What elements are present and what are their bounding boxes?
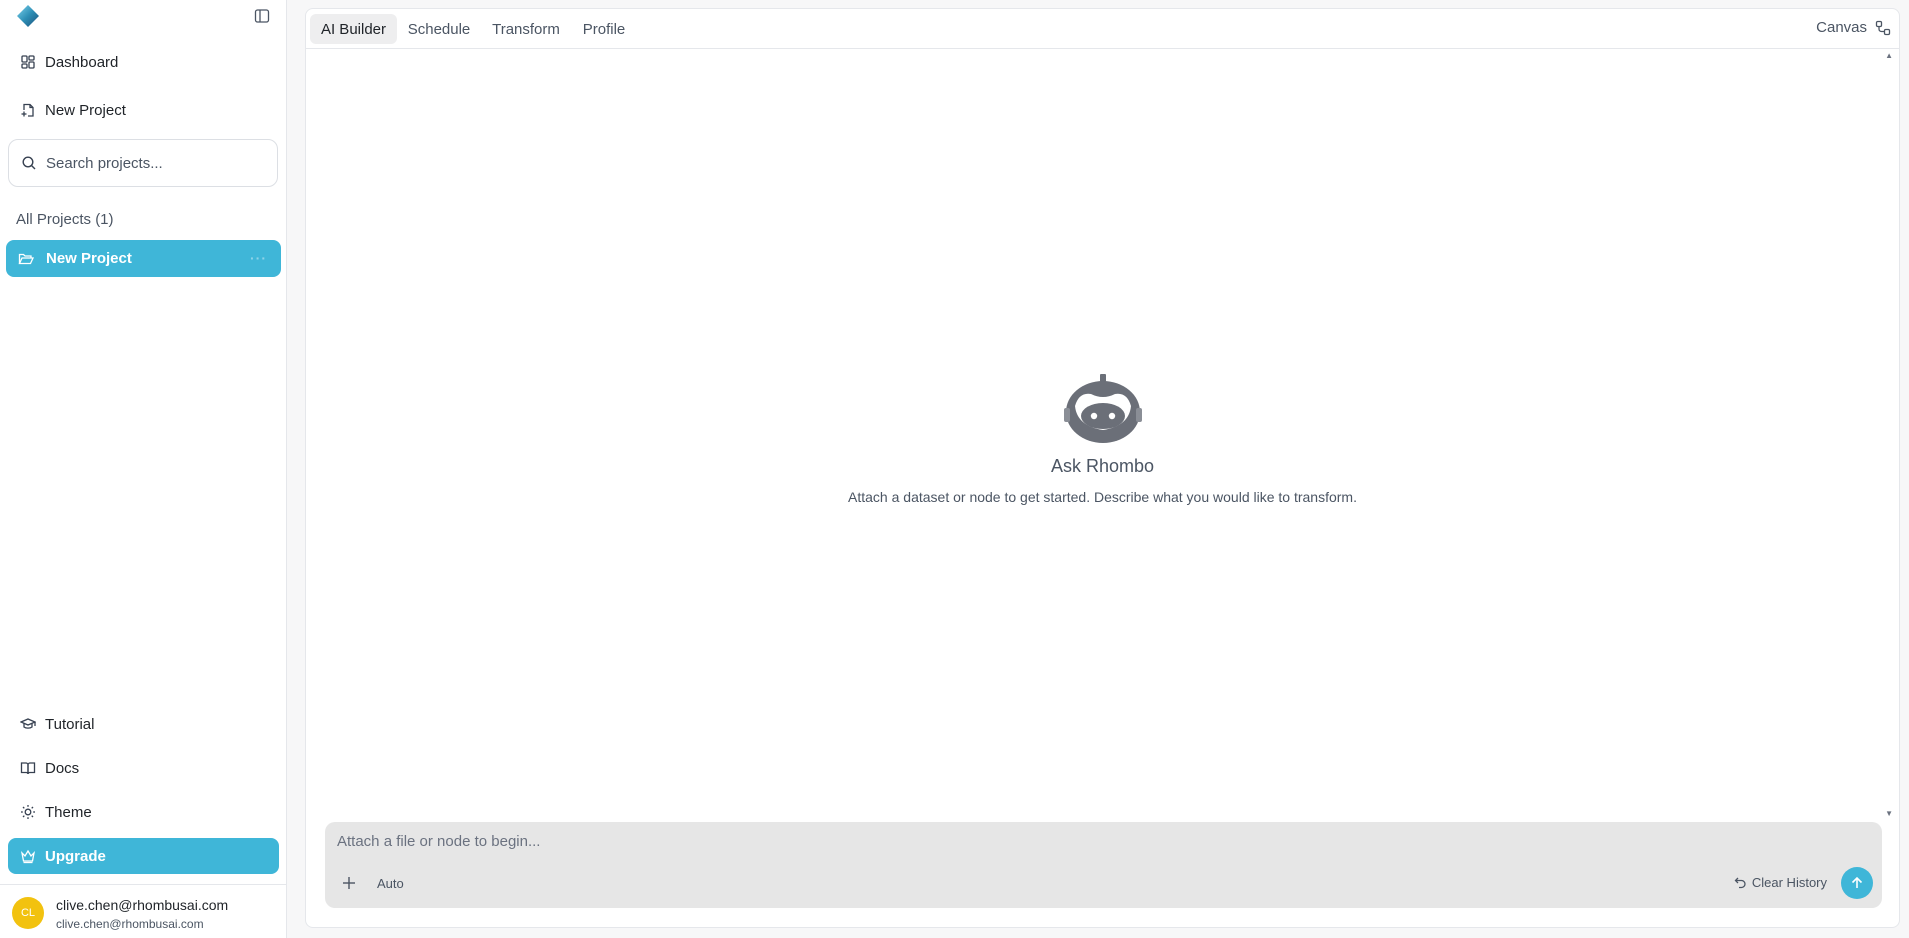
sidebar-item-new-project[interactable]: New Project — [8, 91, 278, 129]
tab-bar: AI Builder Schedule Transform Profile Ca… — [306, 9, 1899, 49]
clear-history-label: Clear History — [1751, 875, 1827, 890]
book-icon — [20, 760, 36, 776]
sun-icon — [20, 804, 36, 820]
scroll-down-arrow-icon[interactable]: ▼ — [1885, 809, 1893, 818]
all-projects-label: All Projects (1) — [16, 211, 114, 228]
sidebar-item-label: Tutorial — [45, 715, 95, 733]
sidebar-item-tutorial[interactable]: Tutorial — [8, 705, 278, 743]
upgrade-button[interactable]: Upgrade — [8, 838, 279, 874]
sidebar-item-docs[interactable]: Docs — [8, 749, 278, 787]
chat-input[interactable] — [337, 833, 1637, 855]
tab-ai-builder[interactable]: AI Builder — [310, 14, 397, 44]
tab-schedule[interactable]: Schedule — [404, 14, 474, 44]
folder-open-icon — [18, 251, 34, 267]
search-projects[interactable] — [8, 139, 278, 187]
main-panel: AI Builder Schedule Transform Profile Ca… — [305, 8, 1900, 928]
robot-icon — [1063, 374, 1143, 444]
empty-state: Ask Rhombo Attach a dataset or node to g… — [306, 374, 1899, 505]
clear-history-button[interactable]: Clear History — [1734, 875, 1827, 890]
canvas-button[interactable]: Canvas — [1816, 19, 1891, 36]
crown-icon — [20, 848, 36, 864]
search-input[interactable] — [46, 154, 266, 172]
workflow-icon — [1875, 20, 1891, 36]
attach-plus-icon[interactable] — [340, 874, 358, 892]
search-icon — [21, 155, 37, 171]
upgrade-label: Upgrade — [45, 847, 106, 865]
user-email: clive.chen@rhombusai.com — [56, 917, 204, 931]
mode-selector[interactable]: Auto — [377, 876, 404, 891]
new-file-icon — [20, 102, 36, 118]
canvas-label: Canvas — [1816, 19, 1867, 36]
empty-state-subtitle: Attach a dataset or node to get started.… — [848, 489, 1357, 505]
divider — [0, 884, 287, 885]
sidebar-item-dashboard[interactable]: Dashboard — [8, 43, 278, 81]
tab-transform[interactable]: Transform — [488, 14, 564, 44]
project-item-new-project[interactable]: New Project ··· — [6, 240, 281, 277]
tab-profile[interactable]: Profile — [577, 14, 631, 44]
more-options-icon[interactable]: ··· — [250, 250, 267, 266]
avatar[interactable]: CL — [12, 897, 44, 929]
empty-state-title: Ask Rhombo — [1050, 456, 1155, 476]
sidebar-item-label: Dashboard — [45, 53, 119, 71]
sidebar-item-theme[interactable]: Theme — [8, 793, 278, 831]
undo-icon — [1734, 876, 1747, 889]
sidebar-item-label: New Project — [45, 101, 126, 119]
user-name: clive.chen@rhombusai.com — [56, 897, 229, 913]
arrow-up-icon — [1851, 876, 1863, 888]
sidebar: Dashboard New Project All Projects (1) N… — [0, 0, 287, 938]
send-button[interactable] — [1841, 867, 1873, 899]
rhombus-logo-icon[interactable] — [16, 4, 40, 28]
scroll-up-arrow-icon[interactable]: ▲ — [1885, 51, 1893, 60]
graduation-cap-icon — [20, 716, 36, 732]
project-item-label: New Project — [46, 250, 132, 267]
chat-composer: Auto Clear History — [325, 822, 1882, 908]
dashboard-icon — [20, 54, 36, 70]
sidebar-toggle-icon[interactable] — [254, 8, 272, 26]
sidebar-item-label: Theme — [45, 803, 92, 821]
sidebar-item-label: Docs — [45, 759, 80, 777]
